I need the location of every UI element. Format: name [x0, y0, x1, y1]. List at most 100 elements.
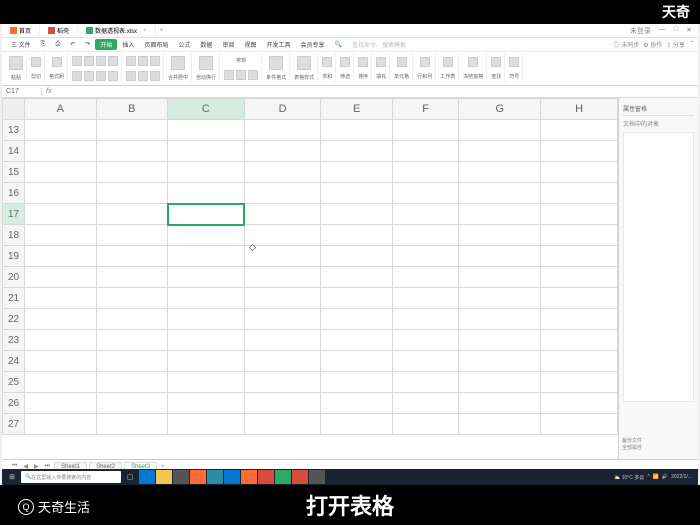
cell-B25[interactable]	[96, 372, 168, 393]
col-header-H[interactable]: H	[541, 99, 618, 120]
ribbon-paste[interactable]: 粘贴	[6, 54, 27, 83]
cell-D13[interactable]	[244, 120, 321, 141]
row-header-17[interactable]: 17	[3, 204, 25, 225]
cell-A26[interactable]	[25, 393, 97, 414]
cell-E24[interactable]	[321, 351, 393, 372]
cell-E18[interactable]	[321, 225, 393, 246]
col-header-E[interactable]: E	[321, 99, 393, 120]
row-header-25[interactable]: 25	[3, 372, 25, 393]
cell-B14[interactable]	[96, 141, 168, 162]
task-view-icon[interactable]: ▢	[122, 470, 138, 484]
tab-dev[interactable]: 开发工具	[261, 40, 295, 49]
cell-G19[interactable]	[459, 246, 541, 267]
cell-F21[interactable]	[392, 288, 458, 309]
cell-A21[interactable]	[25, 288, 97, 309]
app-icon-4[interactable]	[224, 470, 240, 484]
tab-layout[interactable]: 页面布局	[139, 40, 173, 49]
cell-E19[interactable]	[321, 246, 393, 267]
app-icon-3[interactable]	[207, 470, 223, 484]
sidepanel-footer2[interactable]: 全部属性	[622, 444, 694, 451]
cell-C14[interactable]	[168, 141, 245, 162]
cell-E16[interactable]	[321, 183, 393, 204]
cell-F18[interactable]	[392, 225, 458, 246]
tab-formula[interactable]: 公式	[173, 40, 195, 49]
row-header-21[interactable]: 21	[3, 288, 25, 309]
cell-F16[interactable]	[392, 183, 458, 204]
ribbon-filter[interactable]: 筛选	[337, 54, 354, 83]
ribbon-font[interactable]	[69, 54, 122, 83]
qat-print[interactable]: ⎙	[50, 41, 65, 48]
col-header-G[interactable]: G	[459, 99, 541, 120]
tray-clock[interactable]: 2022/1/...	[671, 474, 692, 480]
cell-C19[interactable]	[168, 246, 245, 267]
cell-H20[interactable]	[541, 267, 618, 288]
collab-button[interactable]: ⚙ 协作	[643, 40, 662, 49]
cell-C18[interactable]	[168, 225, 245, 246]
cell-C21[interactable]	[168, 288, 245, 309]
qat-save[interactable]: ⎘	[36, 41, 51, 48]
cell-H16[interactable]	[541, 183, 618, 204]
new-tab-button[interactable]: +	[156, 28, 168, 34]
cell-B13[interactable]	[96, 120, 168, 141]
ribbon-condfmt[interactable]: 条件格式	[263, 54, 290, 83]
tab-home[interactable]: 首页	[2, 24, 40, 37]
cell-G26[interactable]	[459, 393, 541, 414]
cell-G13[interactable]	[459, 120, 541, 141]
tab-data[interactable]: 数据	[195, 40, 217, 49]
sync-status[interactable]: ◎ 未同步	[614, 40, 640, 49]
cell-A17[interactable]	[25, 204, 97, 225]
tab-document[interactable]: 数据透视表.xlsx×	[78, 24, 156, 37]
ribbon-wrap[interactable]: 自动换行	[193, 54, 220, 83]
app-icon-2[interactable]	[190, 470, 206, 484]
cell-B20[interactable]	[96, 267, 168, 288]
ribbon-sum[interactable]: 求和	[319, 54, 336, 83]
cell-H22[interactable]	[541, 309, 618, 330]
cell-F15[interactable]	[392, 162, 458, 183]
cell-B22[interactable]	[96, 309, 168, 330]
cell-F14[interactable]	[392, 141, 458, 162]
cell-G15[interactable]	[459, 162, 541, 183]
ribbon-sheet[interactable]: 工作表	[437, 54, 459, 83]
tab-review[interactable]: 审阅	[217, 40, 239, 49]
search-placeholder[interactable]: 查找命令、搜索模板	[347, 40, 411, 49]
ribbon-cut[interactable]: 剪切	[28, 54, 45, 83]
cell-A27[interactable]	[25, 414, 97, 435]
cell-F20[interactable]	[392, 267, 458, 288]
sidepanel-footer1[interactable]: 备份文件	[622, 437, 694, 444]
cell-C26[interactable]	[168, 393, 245, 414]
cell-G27[interactable]	[459, 414, 541, 435]
cell-A19[interactable]	[25, 246, 97, 267]
share-button[interactable]: ⇪ 分享	[666, 40, 685, 49]
cell-G22[interactable]	[459, 309, 541, 330]
cell-C17[interactable]	[168, 204, 245, 225]
tray-network-icon[interactable]: 📶	[653, 474, 659, 480]
cell-A25[interactable]	[25, 372, 97, 393]
cell-F24[interactable]	[392, 351, 458, 372]
explorer-icon[interactable]	[156, 470, 172, 484]
cell-E14[interactable]	[321, 141, 393, 162]
cell-A16[interactable]	[25, 183, 97, 204]
cell-A24[interactable]	[25, 351, 97, 372]
cell-G14[interactable]	[459, 141, 541, 162]
cell-D16[interactable]	[244, 183, 321, 204]
cell-B18[interactable]	[96, 225, 168, 246]
cell-E15[interactable]	[321, 162, 393, 183]
weather-widget[interactable]: ⛅ 10°C 多云	[614, 474, 644, 481]
cell-H21[interactable]	[541, 288, 618, 309]
row-header-26[interactable]: 26	[3, 393, 25, 414]
col-header-F[interactable]: F	[392, 99, 458, 120]
tab-view[interactable]: 视图	[239, 40, 261, 49]
row-header-15[interactable]: 15	[3, 162, 25, 183]
tab-start[interactable]: 开始	[95, 39, 117, 50]
cell-H23[interactable]	[541, 330, 618, 351]
cell-C25[interactable]	[168, 372, 245, 393]
row-header-20[interactable]: 20	[3, 267, 25, 288]
start-button[interactable]: ⊞	[4, 470, 20, 484]
cell-F27[interactable]	[392, 414, 458, 435]
cell-D14[interactable]	[244, 141, 321, 162]
cell-G18[interactable]	[459, 225, 541, 246]
ribbon-rowcol[interactable]: 行和列	[414, 54, 436, 83]
col-header-D[interactable]: D	[244, 99, 321, 120]
cell-D17[interactable]	[244, 204, 321, 225]
minimize-button[interactable]: —	[659, 26, 666, 36]
